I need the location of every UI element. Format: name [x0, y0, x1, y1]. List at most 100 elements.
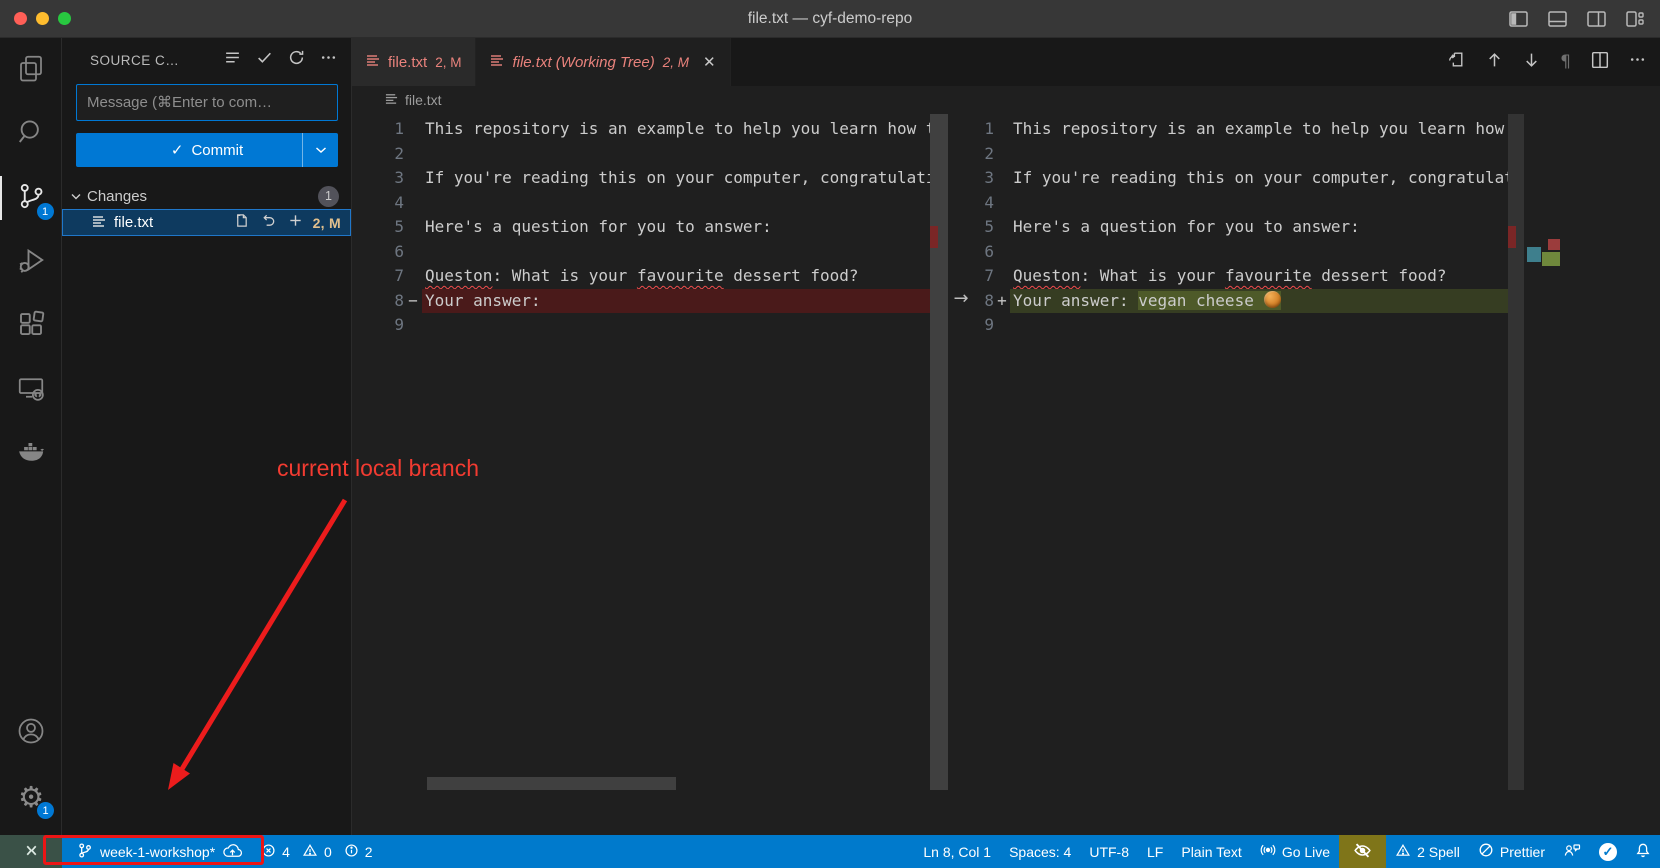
refresh-icon[interactable]: [288, 49, 305, 71]
editor-area: file.txt 2, M file.txt (Working Tree) 2,…: [352, 38, 1660, 835]
prettier-item[interactable]: Prettier: [1469, 835, 1554, 868]
diff-sign: [404, 264, 422, 289]
activity-search[interactable]: [0, 102, 62, 166]
minimize-window-button[interactable]: [36, 12, 49, 25]
eol-item[interactable]: LF: [1138, 835, 1172, 868]
notifications-item[interactable]: [1626, 835, 1660, 868]
toggle-panel-icon[interactable]: [1548, 11, 1567, 27]
more-actions-icon[interactable]: [1629, 51, 1646, 73]
toggle-secondary-sidebar-icon[interactable]: [1587, 11, 1606, 27]
tab-file-txt-working-tree[interactable]: file.txt (Working Tree) 2, M ✕: [476, 38, 730, 86]
diff-line: 1This repository is an example to help y…: [948, 117, 1660, 142]
activity-source-control[interactable]: 1: [0, 166, 62, 230]
diff-sign: [994, 240, 1010, 265]
left-scrollbar[interactable]: [930, 114, 948, 790]
cloud-upload-icon: [222, 843, 243, 861]
breadcrumb[interactable]: file.txt: [352, 86, 1660, 114]
split-editor-icon[interactable]: [1591, 51, 1609, 74]
problems-status-item[interactable]: 4 0 2: [252, 835, 387, 868]
diff-sign: [994, 166, 1010, 191]
overview-removed-mark: [930, 226, 938, 248]
diff-sign: [994, 313, 1010, 338]
changes-section-header[interactable]: Changes 1: [62, 183, 351, 209]
file-status-badge: 2, M: [313, 215, 341, 231]
chevron-down-icon: [70, 188, 82, 205]
line-number: 2: [352, 142, 404, 167]
language-mode-item[interactable]: Plain Text: [1172, 835, 1250, 868]
vscode-window: file.txt — cyf-demo-repo 1: [0, 0, 1660, 868]
code-text: This repository is an example to help yo…: [1010, 117, 1520, 142]
run-debug-icon: [16, 245, 46, 280]
breadcrumb-item: file.txt: [405, 92, 442, 108]
diff-sign: [994, 117, 1010, 142]
right-scrollbar[interactable]: [1508, 114, 1524, 790]
line-number: 4: [948, 191, 994, 216]
cursor-position-item[interactable]: Ln 8, Col 1: [914, 835, 1000, 868]
line-number: 6: [948, 240, 994, 265]
commit-message-input[interactable]: [76, 84, 338, 121]
activity-settings[interactable]: ⚙ 1: [0, 765, 62, 829]
backup-sync-item[interactable]: ✓: [1590, 835, 1626, 868]
activity-run-debug[interactable]: [0, 230, 62, 294]
open-changes-icon[interactable]: [1447, 50, 1466, 74]
horizontal-scrollbar[interactable]: [427, 777, 676, 790]
code-text: [422, 142, 930, 167]
discard-changes-icon[interactable]: [261, 213, 276, 232]
commit-dropdown-button[interactable]: [302, 133, 338, 167]
indentation-item[interactable]: Spaces: 4: [1000, 835, 1080, 868]
changed-file-row[interactable]: file.txt 2, M: [62, 209, 351, 236]
activity-extensions[interactable]: [0, 294, 62, 358]
person-feedback-icon: [1563, 842, 1581, 861]
line-number: 2: [948, 142, 994, 167]
activity-accounts[interactable]: [0, 701, 62, 765]
close-tab-icon[interactable]: ✕: [703, 53, 716, 71]
overview-removed-mark: [1508, 226, 1516, 248]
diff-line: 7Queston: What is your favourite dessert…: [948, 264, 1660, 289]
tab-label: file.txt (Working Tree): [512, 54, 654, 71]
diff-line: 9: [948, 313, 1660, 338]
docker-icon: [15, 437, 47, 472]
code-text: [422, 240, 930, 265]
tab-file-txt[interactable]: file.txt 2, M: [352, 38, 476, 86]
activity-explorer[interactable]: [0, 38, 62, 102]
toggle-primary-sidebar-icon[interactable]: [1509, 11, 1528, 27]
diff-modified-pane[interactable]: → 1This repository is an example to help…: [948, 114, 1660, 835]
settings-badge: 1: [37, 802, 54, 819]
commit-button[interactable]: ✓ Commit: [76, 133, 338, 167]
panel-title: SOURCE C…: [90, 53, 224, 68]
activity-bar: 1 ⚙ 1: [0, 38, 62, 835]
previous-change-icon[interactable]: [1486, 51, 1503, 74]
diff-line: 4: [352, 191, 948, 216]
maximize-window-button[interactable]: [58, 12, 71, 25]
branch-status-item[interactable]: week-1-workshop*: [68, 835, 252, 868]
code-text: Your answer:: [422, 289, 930, 314]
code-text: Here's a question for you to answer:: [422, 215, 930, 240]
status-bar: week-1-workshop* 4 0 2 Ln 8, Col 1 Space…: [0, 835, 1660, 868]
customize-layout-icon[interactable]: [1626, 11, 1644, 27]
go-live-item[interactable]: Go Live: [1251, 835, 1339, 868]
next-change-icon[interactable]: [1523, 51, 1540, 74]
search-icon: [16, 117, 46, 152]
diff-editor: 1This repository is an example to help y…: [352, 114, 1660, 835]
title-bar: file.txt — cyf-demo-repo: [0, 0, 1660, 38]
feedback-item[interactable]: [1554, 835, 1590, 868]
activity-remote-explorer[interactable]: [0, 358, 62, 422]
render-whitespace-icon[interactable]: ¶: [1560, 52, 1571, 72]
commit-check-icon[interactable]: [256, 49, 273, 71]
more-actions-icon[interactable]: [320, 49, 337, 71]
warning-count: 0: [324, 844, 332, 860]
view-as-tree-icon[interactable]: [224, 49, 241, 71]
encoding-item[interactable]: UTF-8: [1080, 835, 1138, 868]
activity-docker[interactable]: [0, 422, 62, 486]
diff-line: 1This repository is an example to help y…: [352, 117, 948, 142]
file-name: file.txt: [114, 214, 234, 231]
close-window-button[interactable]: [14, 12, 27, 25]
warning-icon: [1395, 843, 1411, 861]
spell-checker-item[interactable]: 2 Spell: [1386, 835, 1469, 868]
remote-indicator[interactable]: [0, 835, 62, 868]
overview-ruler-info: [1527, 247, 1541, 262]
watch-disabled-item[interactable]: [1339, 835, 1386, 868]
line-number: 7: [352, 264, 404, 289]
open-file-icon[interactable]: [234, 213, 249, 232]
stage-changes-icon[interactable]: [288, 213, 303, 232]
